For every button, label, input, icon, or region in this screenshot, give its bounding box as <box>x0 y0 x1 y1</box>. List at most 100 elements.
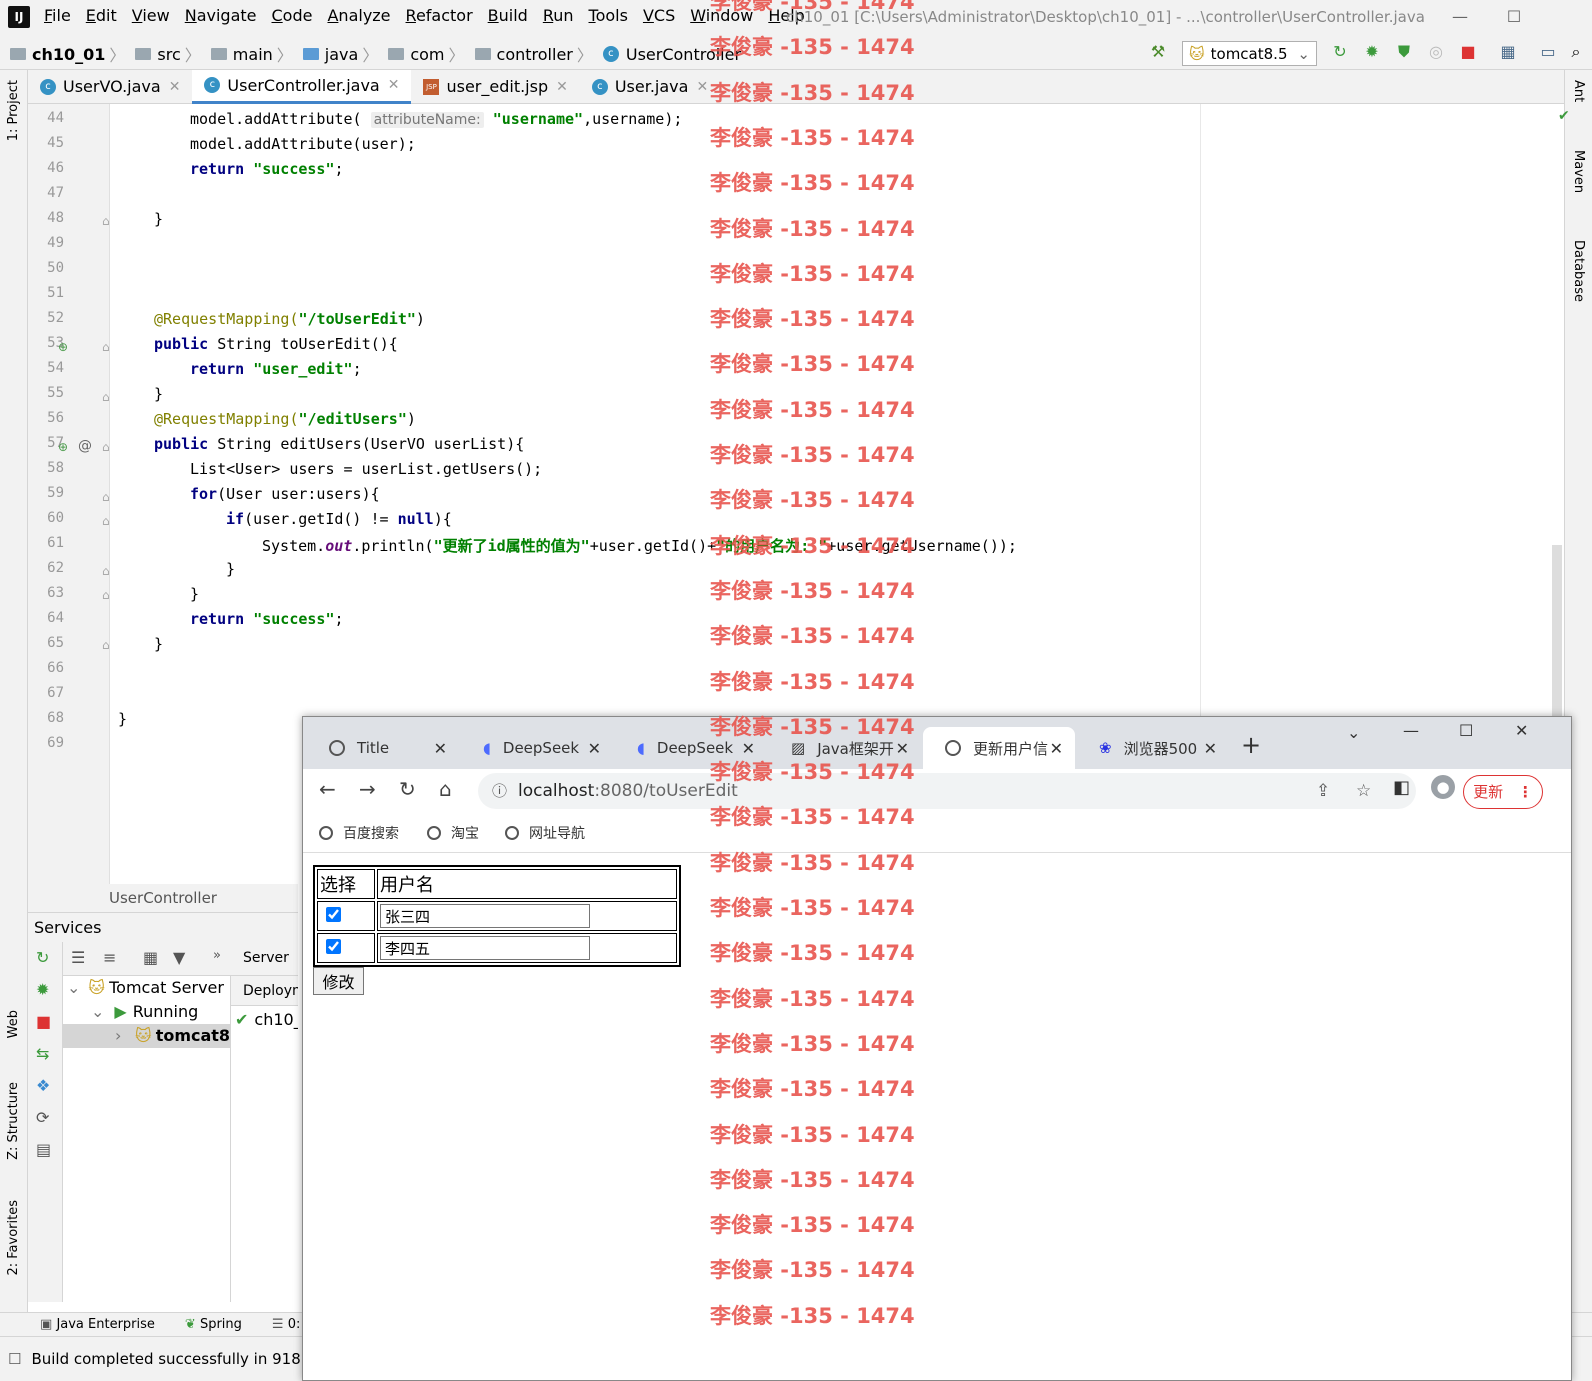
bookmark-taobao[interactable]: 淘宝 <box>427 823 479 843</box>
breadcrumb-usercontroller[interactable]: c UserController <box>602 45 741 64</box>
java-enterprise-tab[interactable]: ▣ Java Enterprise <box>40 1317 155 1332</box>
browser-tab-browser500[interactable]: ❀ 浏览器500 ✕ <box>1077 727 1229 769</box>
fold-icon[interactable]: ⌂ <box>102 564 110 578</box>
breadcrumb-com[interactable]: com 〉 <box>388 42 470 66</box>
menu-window[interactable]: Window <box>690 6 753 25</box>
new-tab-button[interactable]: + <box>1241 731 1261 759</box>
profile-avatar-icon[interactable]: ● <box>1431 775 1455 799</box>
fold-icon[interactable]: ⌂ <box>102 390 110 404</box>
close-icon[interactable]: ✕ <box>1050 739 1063 758</box>
menu-refactor[interactable]: Refactor <box>406 6 473 25</box>
bookmark-nav[interactable]: 网址导航 <box>505 823 585 843</box>
collapse-all-icon[interactable]: ≡ <box>103 948 116 967</box>
browser-tab-title[interactable]: Title ✕ <box>307 727 459 769</box>
layout-icon[interactable]: ▭ <box>1538 42 1558 62</box>
update-button[interactable]: 更新 ⋮ <box>1463 775 1543 809</box>
structure-tool-button[interactable]: Z: Structure <box>6 1082 21 1160</box>
tree-node-running[interactable]: ⌄ ▶ Running <box>91 1002 198 1021</box>
breadcrumb-java[interactable]: java 〉 <box>302 42 385 66</box>
project-tool-button[interactable]: 1: Project <box>6 80 21 141</box>
breadcrumb-src[interactable]: src 〉 <box>135 42 206 66</box>
home-icon[interactable]: ⌂ <box>439 777 452 801</box>
autowire-at-icon[interactable]: @ <box>78 438 92 454</box>
reload-icon[interactable]: ↻ <box>399 777 416 801</box>
search-icon[interactable]: ⌕ <box>1566 42 1586 62</box>
server-tab[interactable]: Server <box>243 950 289 966</box>
side-panel-icon[interactable]: ◧ <box>1393 777 1410 798</box>
menu-analyze[interactable]: Analyze <box>327 6 390 25</box>
maven-tool-button[interactable]: Maven <box>1571 150 1586 193</box>
project-structure-icon[interactable]: ▦ <box>1498 42 1518 62</box>
close-icon[interactable]: ✕ <box>896 739 909 758</box>
maximize-icon[interactable]: ☐ <box>1494 4 1534 30</box>
fold-icon[interactable]: ⌂ <box>102 588 110 602</box>
tree-node-tomcat-server[interactable]: ⌄ 🐱 Tomcat Server <box>67 978 224 997</box>
debug-icon[interactable]: ✹ <box>36 980 49 999</box>
browser-tab-deepseek-1[interactable]: ◖ DeepSeek ✕ <box>461 727 613 769</box>
bookmark-star-icon[interactable]: ☆ <box>1356 773 1371 809</box>
browser-maximize-icon[interactable]: ☐ <box>1459 721 1473 740</box>
deployment-item[interactable]: ✔ ch10_ <box>235 1010 298 1029</box>
fold-icon[interactable]: ⌂ <box>102 490 110 504</box>
coverage-icon[interactable]: ⛊ <box>1394 42 1414 62</box>
expand-all-icon[interactable]: ☰ <box>71 948 85 967</box>
close-icon[interactable]: ✕ <box>696 79 708 95</box>
profile-icon[interactable]: ◎ <box>1426 42 1446 62</box>
menu-run[interactable]: Run <box>543 6 574 25</box>
tab-search-chevron-icon[interactable]: ⌄ <box>1347 723 1360 742</box>
fold-icon[interactable]: ⌂ <box>102 214 110 228</box>
menu-vcs[interactable]: VCS <box>643 6 675 25</box>
tab-user-java[interactable]: c User.java ✕ <box>580 70 720 104</box>
browser-tab-deepseek-2[interactable]: ◖ DeepSeek ✕ <box>615 727 767 769</box>
group-icon[interactable]: ▦ <box>143 948 158 967</box>
bookmark-baidu[interactable]: 百度搜索 <box>319 823 399 843</box>
submit-button[interactable]: 修改 <box>313 967 364 995</box>
tab-usercontroller[interactable]: c UserController.java ✕ <box>192 69 412 104</box>
browser-tab-update-user[interactable]: 更新用户信 ✕ <box>923 727 1075 769</box>
database-tool-button[interactable]: Database <box>1571 240 1586 302</box>
ant-tool-button[interactable]: Ant <box>1571 80 1586 102</box>
spring-tab[interactable]: ❦ Spring <box>185 1317 242 1332</box>
address-bar[interactable]: ⓘ localhost:8080/toUserEdit ⇪ ☆ <box>478 773 1416 809</box>
fold-icon[interactable]: ⌂ <box>102 340 110 354</box>
close-icon[interactable]: ✕ <box>434 739 447 758</box>
menu-build[interactable]: Build <box>488 6 528 25</box>
browser-minimize-icon[interactable]: — <box>1403 721 1419 740</box>
artifact-icon[interactable]: ❖ <box>36 1076 50 1095</box>
browser-tab-java-framework[interactable]: ▨ Java框架开 ✕ <box>769 727 921 769</box>
back-icon[interactable]: ← <box>319 777 336 801</box>
web-tool-button[interactable]: Web <box>6 1010 21 1038</box>
filter-icon[interactable]: ▼ <box>173 948 185 967</box>
rerun-icon[interactable]: ↻ <box>1330 42 1350 62</box>
favorites-tool-button[interactable]: 2: Favorites <box>6 1200 21 1276</box>
debug-icon[interactable]: ✹ <box>1362 42 1382 62</box>
layout-icon[interactable]: ▤ <box>36 1140 51 1159</box>
menu-edit[interactable]: Edit <box>86 6 117 25</box>
web-endpoint-icon[interactable]: ⊕ <box>58 440 68 454</box>
web-endpoint-icon[interactable]: ⊕ <box>58 340 68 354</box>
row-checkbox[interactable] <box>326 938 341 954</box>
menu-tools[interactable]: Tools <box>589 6 628 25</box>
close-icon[interactable]: ✕ <box>556 79 568 95</box>
info-icon[interactable]: ⓘ <box>492 773 507 809</box>
build-hammer-icon[interactable]: ⚒ <box>1148 42 1168 62</box>
tab-user-edit-jsp[interactable]: JSP user_edit.jsp ✕ <box>411 70 579 104</box>
more-icon[interactable]: » <box>213 948 221 963</box>
stop-icon[interactable]: ■ <box>1458 42 1478 62</box>
fold-icon[interactable]: ⌂ <box>102 514 110 528</box>
deployment-tab[interactable]: Deploym <box>231 976 298 1006</box>
row-checkbox[interactable] <box>326 906 341 922</box>
browser-close-icon[interactable]: ✕ <box>1515 721 1528 740</box>
close-icon[interactable]: ✕ <box>588 739 601 758</box>
run-config-select[interactable]: 🐱 tomcat8.5 ⌄ <box>1182 41 1317 66</box>
breadcrumb-project[interactable]: ch10_01 〉 <box>10 42 131 66</box>
menu-file[interactable]: File <box>44 6 71 25</box>
breadcrumb-controller[interactable]: controller 〉 <box>474 42 599 66</box>
rerun-icon[interactable]: ↻ <box>36 948 49 967</box>
tab-uservo[interactable]: c UserVO.java ✕ <box>28 70 192 104</box>
close-icon[interactable]: ✕ <box>388 77 400 93</box>
fold-icon[interactable]: ⌂ <box>102 638 110 652</box>
fold-icon[interactable]: ⌂ <box>102 440 110 454</box>
editor-scrollbar[interactable] <box>1552 545 1562 745</box>
tree-node-tomcat85[interactable]: › 🐱 tomcat8. <box>63 1024 236 1048</box>
